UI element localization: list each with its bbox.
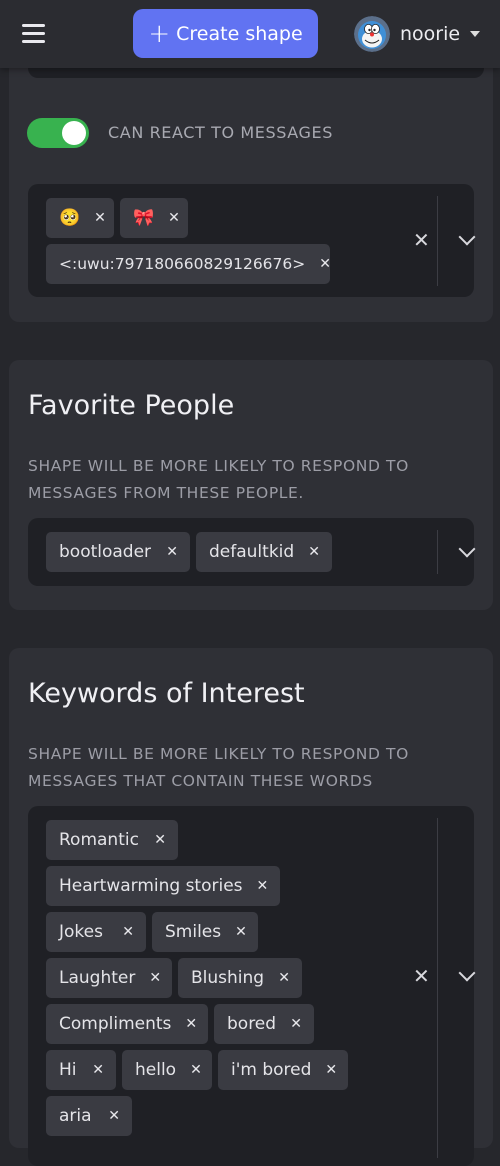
keywords-select[interactable]: Romantic ✕ Heartwarming stories ✕ Jokes … (28, 806, 476, 1166)
remove-chip-icon[interactable]: ✕ (294, 544, 332, 560)
person-chip: defaultkid ✕ (196, 532, 332, 572)
keyword-chip-label: aria (59, 1106, 92, 1126)
favorite-people-card: Favorite People SHAPE WILL BE MORE LIKEL… (9, 360, 493, 610)
select-divider (437, 196, 438, 286)
keyword-chip: Romantic ✕ (46, 820, 178, 860)
remove-chip-icon[interactable]: ✕ (80, 210, 118, 226)
keyword-chip: Laughter ✕ (46, 958, 172, 998)
username: noorie (400, 23, 461, 45)
reaction-chip: 🎀 ✕ (120, 198, 188, 238)
keyword-chip-label: i'm bored (231, 1060, 312, 1080)
reactions-select[interactable]: 🥺 ✕ 🎀 ✕ <:uwu:797180660829126676> ✕ ✕ (28, 184, 476, 297)
remove-chip-icon[interactable]: ✕ (305, 256, 343, 272)
react-toggle[interactable] (27, 118, 89, 148)
keyword-chip: Jokes ✕ (46, 912, 146, 952)
remove-chip-icon[interactable]: ✕ (152, 544, 190, 560)
remove-chip-icon[interactable]: ✕ (264, 970, 302, 986)
keyword-chip: Blushing ✕ (178, 958, 302, 998)
chevron-down-icon[interactable] (458, 540, 476, 558)
person-chip: bootloader ✕ (46, 532, 190, 572)
clear-all-icon[interactable]: ✕ (413, 228, 430, 252)
person-chip-label: defaultkid (209, 542, 295, 562)
keywords-title: Keywords of Interest (28, 678, 305, 709)
favorite-people-description: SHAPE WILL BE MORE LIKELY TO RESPOND TO … (28, 457, 409, 502)
remove-chip-icon[interactable]: ✕ (243, 878, 281, 894)
select-divider (437, 818, 438, 1158)
react-toggle-label: CAN REACT TO MESSAGES (108, 123, 333, 142)
keyword-chip-label: Smiles (165, 922, 222, 942)
keyword-chip: i'm bored ✕ (218, 1050, 348, 1090)
keyword-chip-label: Blushing (191, 968, 265, 988)
remove-chip-icon[interactable]: ✕ (221, 924, 259, 940)
favorite-people-select[interactable]: bootloader ✕ defaultkid ✕ (28, 518, 476, 586)
keyword-chip-label: Jokes (59, 922, 103, 942)
reaction-chip: <:uwu:797180660829126676> ✕ (46, 244, 331, 284)
keyword-chip: aria ✕ (46, 1096, 132, 1136)
select-divider (437, 530, 438, 574)
remove-chip-icon[interactable]: ✕ (311, 1062, 349, 1078)
keyword-chip-label: Heartwarming stories (59, 876, 243, 896)
user-avatar-icon (354, 16, 390, 52)
reaction-chip-label: <:uwu:797180660829126676> (59, 255, 306, 273)
remove-chip-icon[interactable]: ✕ (78, 1062, 116, 1078)
keyword-chip: bored ✕ (214, 1004, 314, 1044)
menu-icon[interactable] (22, 22, 46, 44)
keyword-chip-label: Romantic (59, 830, 139, 850)
person-chip-label: bootloader (59, 542, 152, 562)
clear-all-icon[interactable]: ✕ (413, 964, 430, 988)
create-shape-label: Create shape (176, 22, 303, 45)
create-shape-button[interactable]: + Create shape (133, 9, 318, 58)
keyword-chip-label: Hi (59, 1060, 77, 1080)
toggle-knob (62, 121, 86, 145)
keyword-chip-label: hello (135, 1060, 177, 1080)
favorite-people-title: Favorite People (28, 390, 235, 421)
top-bar: + Create shape noorie (0, 0, 500, 68)
keyword-chip: hello ✕ (122, 1050, 212, 1090)
remove-chip-icon[interactable]: ✕ (276, 1016, 314, 1032)
reactions-card: CAN REACT TO MESSAGES 🥺 ✕ 🎀 ✕ <:uwu:7971… (9, 40, 493, 322)
remove-chip-icon[interactable]: ✕ (171, 1016, 209, 1032)
caret-down-icon (470, 31, 481, 37)
remove-chip-icon[interactable]: ✕ (140, 832, 178, 848)
chevron-down-icon[interactable] (458, 228, 476, 246)
reaction-chip-label: 🥺 (59, 208, 81, 228)
keyword-chip: Heartwarming stories ✕ (46, 866, 280, 906)
keyword-chip-label: bored (227, 1014, 277, 1034)
keywords-description: SHAPE WILL BE MORE LIKELY TO RESPOND TO … (28, 745, 409, 790)
keyword-chip-label: Laughter (59, 968, 136, 988)
plus-icon: + (148, 18, 171, 49)
remove-chip-icon[interactable]: ✕ (108, 924, 146, 940)
remove-chip-icon[interactable]: ✕ (94, 1108, 132, 1124)
remove-chip-icon[interactable]: ✕ (176, 1062, 214, 1078)
keyword-chip: Smiles ✕ (152, 912, 258, 952)
keyword-chip: Hi ✕ (46, 1050, 116, 1090)
keyword-chip-label: Compliments (59, 1014, 172, 1034)
user-menu[interactable]: noorie (354, 14, 481, 54)
remove-chip-icon[interactable]: ✕ (135, 970, 173, 986)
chevron-down-icon[interactable] (458, 964, 476, 982)
keywords-card: Keywords of Interest SHAPE WILL BE MORE … (9, 648, 493, 1166)
reaction-chip: 🥺 ✕ (46, 198, 114, 238)
remove-chip-icon[interactable]: ✕ (154, 210, 192, 226)
reaction-chip-label: 🎀 (133, 208, 155, 228)
keyword-chip: Compliments ✕ (46, 1004, 208, 1044)
